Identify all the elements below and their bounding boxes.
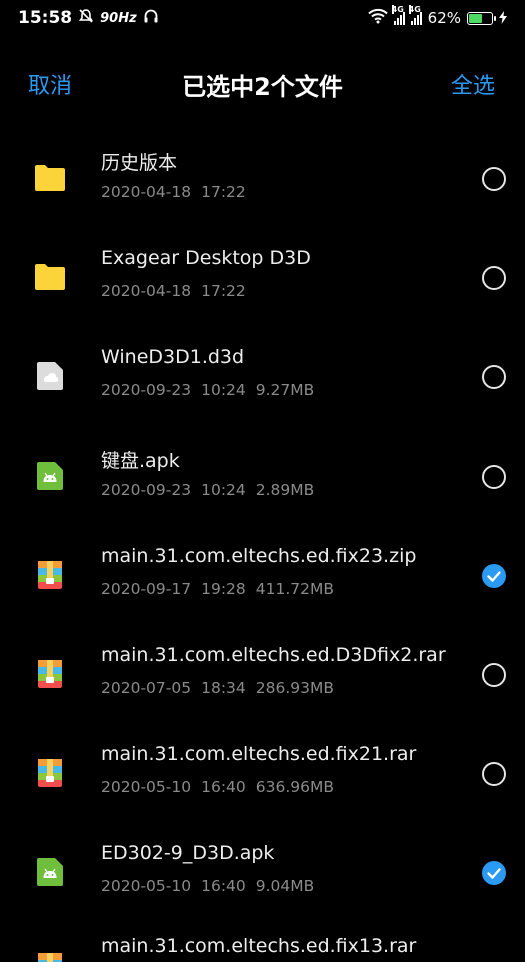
file-time: 17:22 xyxy=(201,183,246,201)
alarm-off-icon xyxy=(78,8,94,28)
unchecked-checkbox[interactable] xyxy=(482,365,506,390)
checked-checkbox[interactable] xyxy=(482,563,506,588)
file-meta: 2020-04-18 17:22 xyxy=(101,282,256,300)
wifi-icon xyxy=(367,8,388,28)
status-time: 15:58 xyxy=(18,8,73,28)
file-time: 16:40 xyxy=(201,778,246,797)
unchecked-checkbox[interactable] xyxy=(482,464,506,489)
file-meta: 2020-05-10 16:40 9.04MB xyxy=(101,877,324,895)
battery-icon xyxy=(467,11,496,25)
file-name: WineD3D1.d3d xyxy=(101,346,245,369)
unchecked-checkbox[interactable] xyxy=(482,762,506,787)
apk-icon xyxy=(34,461,66,491)
file-time: 10:24 xyxy=(201,480,246,499)
file-size: 636.96MB xyxy=(255,778,335,797)
network-type: 4G xyxy=(391,4,404,14)
apk-icon xyxy=(34,857,66,887)
file-date: 2020-04-18 xyxy=(101,183,192,201)
unchecked-checkbox[interactable] xyxy=(482,662,506,687)
file-row[interactable]: main.31.com.eltechs.ed.fix21.rar 2020-05-… xyxy=(0,723,525,822)
file-name: main.31.com.eltechs.ed.fix23.zip xyxy=(101,544,417,567)
file-date: 2020-05-10 xyxy=(101,778,192,797)
file-size: 9.27MB xyxy=(255,381,315,400)
file-row[interactable]: main.31.com.eltechs.ed.fix13.rar xyxy=(0,922,525,962)
page-title: 已选中2个文件 xyxy=(182,73,343,101)
archive-icon xyxy=(34,659,66,689)
file-size: 286.93MB xyxy=(255,678,335,697)
file-time: 19:28 xyxy=(201,579,246,598)
file-row[interactable]: 历史版本 2020-04-18 17:22 xyxy=(0,128,525,227)
file-row[interactable]: ED302-9_D3D.apk 2020-05-10 16:40 9.04MB xyxy=(0,822,525,921)
file-name: main.31.com.eltechs.ed.D3Dfix2.rar xyxy=(101,643,446,666)
file-size: 2.89MB xyxy=(255,480,315,499)
file-date: 2020-09-23 xyxy=(101,381,192,400)
file-name: ED302-9_D3D.apk xyxy=(101,842,275,865)
file-meta: 2020-09-23 10:24 2.89MB xyxy=(101,481,324,499)
file-row[interactable]: main.31.com.eltechs.ed.fix23.zip 2020-09-… xyxy=(0,525,525,624)
file-meta: 2020-09-23 10:24 9.27MB xyxy=(101,381,324,399)
folder-icon xyxy=(34,262,66,292)
select-all-button[interactable]: 全选 xyxy=(451,68,495,100)
status-left: 15:58 90Hz xyxy=(18,8,159,28)
unchecked-checkbox[interactable] xyxy=(482,167,506,191)
file-date: 2020-07-05 xyxy=(101,678,192,697)
file-date: 2020-04-18 xyxy=(101,282,192,301)
file-name: Exagear Desktop D3D xyxy=(101,247,311,270)
folder-icon xyxy=(34,163,66,193)
archive-icon xyxy=(34,952,66,962)
charging-icon xyxy=(499,9,507,28)
file-list: 历史版本 2020-04-18 17:22 Exagear Desktop D3D 20… xyxy=(0,128,525,962)
file-time: 16:40 xyxy=(201,877,246,896)
headphones-icon xyxy=(143,8,159,28)
battery-percent: 62% xyxy=(427,9,461,27)
file-name: main.31.com.eltechs.ed.fix13.rar xyxy=(101,934,417,957)
file-size: 411.72MB xyxy=(255,579,335,598)
file-time: 18:34 xyxy=(201,678,246,697)
file-row[interactable]: 键盘.apk 2020-09-23 10:24 2.89MB xyxy=(0,426,525,525)
file-row[interactable]: main.31.com.eltechs.ed.D3Dfix2.rar 2020-0… xyxy=(0,624,525,723)
selection-header: 取消 已选中2个文件 全选 xyxy=(0,56,525,112)
file-meta: 2020-09-17 19:28 411.72MB xyxy=(101,580,344,598)
checked-checkbox[interactable] xyxy=(482,861,506,886)
file-name: 键盘.apk xyxy=(101,449,180,472)
status-bar: 15:58 90Hz 4G 4G 62% xyxy=(0,0,525,36)
file-time: 10:24 xyxy=(201,381,246,400)
refresh-rate: 90Hz xyxy=(100,10,137,26)
file-name: 历史版本 xyxy=(101,152,178,174)
file-date: 2020-09-23 xyxy=(101,480,192,499)
unchecked-checkbox[interactable] xyxy=(482,266,506,291)
file-name: main.31.com.eltechs.ed.fix21.rar xyxy=(101,743,417,766)
unknown-file-icon xyxy=(34,361,66,391)
signal-icon: 4G xyxy=(391,4,405,25)
archive-icon xyxy=(34,758,66,788)
battery-fill xyxy=(469,13,483,23)
archive-icon xyxy=(34,560,66,590)
file-date: 2020-09-17 xyxy=(101,579,192,598)
file-meta: 2020-04-18 17:22 xyxy=(101,183,256,201)
file-row[interactable]: Exagear Desktop D3D 2020-04-18 17:22 xyxy=(0,227,525,326)
network-type-2: 4G xyxy=(408,4,421,14)
status-right: 4G 4G 62% xyxy=(367,4,507,28)
file-meta: 2020-07-05 18:34 286.93MB xyxy=(101,679,344,697)
file-meta: 2020-05-10 16:40 636.96MB xyxy=(101,778,344,796)
file-date: 2020-05-10 xyxy=(101,877,192,896)
file-size: 9.04MB xyxy=(255,877,315,896)
file-time: 17:22 xyxy=(201,282,246,301)
file-row[interactable]: WineD3D1.d3d 2020-09-23 10:24 9.27MB xyxy=(0,326,525,425)
signal-icon-2: 4G xyxy=(408,4,422,25)
